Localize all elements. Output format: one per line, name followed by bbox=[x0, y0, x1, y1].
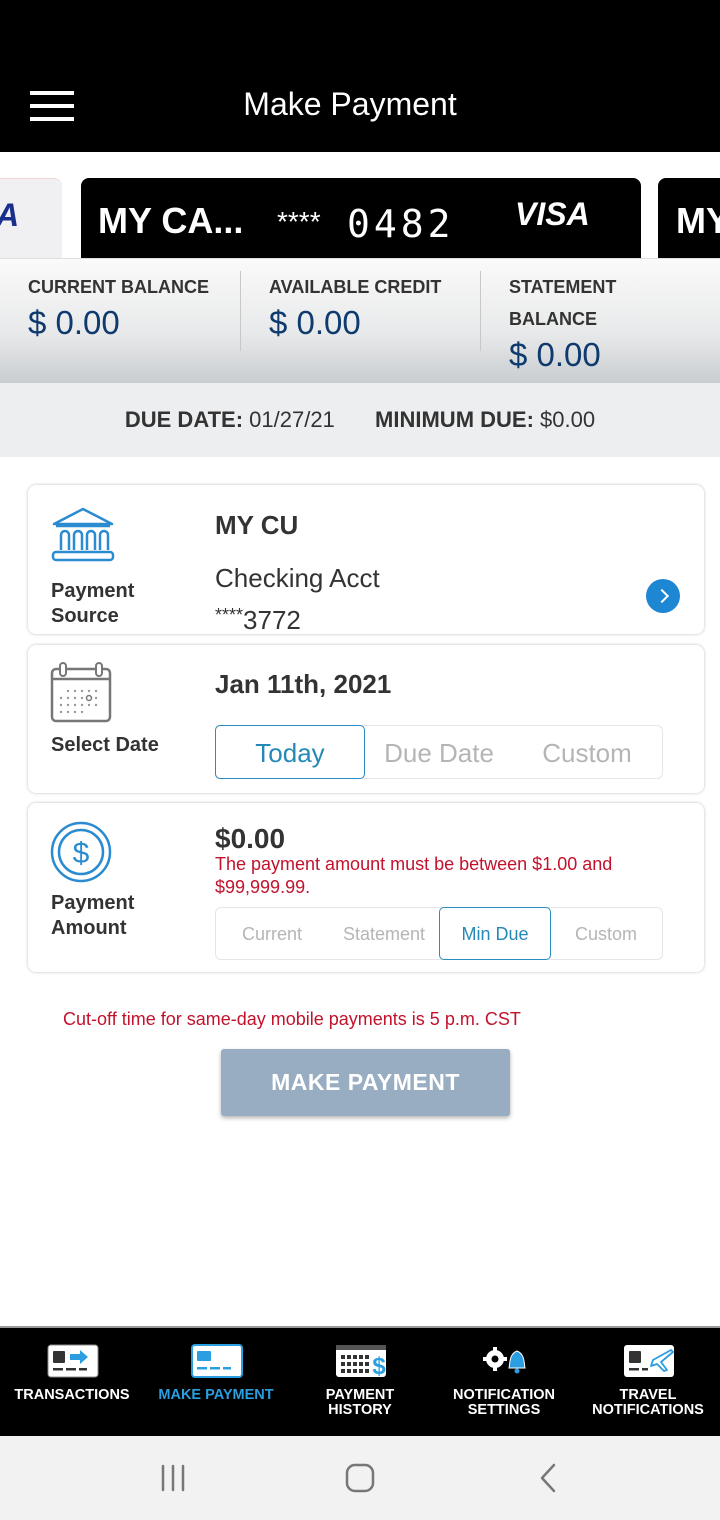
due-date-label: DUE DATE: bbox=[124, 407, 244, 432]
institution-name: MY CU bbox=[215, 510, 299, 540]
card-brand-partial: A bbox=[0, 197, 19, 234]
balance-summary: CURRENT BALANCE $ 0.00 AVAILABLE CREDIT … bbox=[0, 258, 720, 383]
notification-settings-icon bbox=[483, 1347, 526, 1374]
amount-option-current[interactable]: Current bbox=[216, 908, 328, 959]
payment-history-icon: $ bbox=[336, 1345, 386, 1378]
statement-balance: STATEMENT BALANCE $ 0.00 bbox=[480, 271, 720, 373]
amount-option-group: Current Statement Min Due Custom bbox=[215, 907, 663, 960]
statement-balance-label-1: STATEMENT bbox=[509, 277, 617, 297]
tab-label-payment-history: PAYMENT HISTORY bbox=[325, 1387, 395, 1418]
recent-apps-icon[interactable] bbox=[154, 1462, 194, 1494]
svg-text:$: $ bbox=[73, 837, 90, 870]
make-payment-card-icon bbox=[191, 1344, 243, 1378]
payment-source-label: Payment Source bbox=[51, 580, 135, 627]
calendar-icon bbox=[50, 662, 112, 723]
bank-icon bbox=[51, 507, 115, 562]
available-credit-label: AVAILABLE CREDIT bbox=[269, 277, 442, 297]
card-selected[interactable]: MY CA... **** 0482 VISA bbox=[81, 178, 641, 258]
due-info: DUE DATE: 01/27/21 MINIMUM DUE: $0.00 bbox=[0, 383, 720, 457]
current-balance-value: $ 0.00 bbox=[28, 304, 120, 341]
card-carousel[interactable]: A MY CA... **** 0482 VISA MY bbox=[0, 152, 720, 258]
transactions-icon bbox=[47, 1344, 99, 1378]
tab-payment-history[interactable]: $ PAYMENT HISTORY bbox=[288, 1328, 432, 1438]
dollar-coin-icon: $ bbox=[50, 821, 112, 883]
date-option-due-date[interactable]: Due Date bbox=[364, 726, 514, 778]
account-number: ****3772 bbox=[215, 605, 301, 635]
tab-label-transactions: TRANSACTIONS bbox=[14, 1387, 130, 1403]
card-last4: 0482 bbox=[347, 202, 455, 246]
tab-transactions[interactable]: TRANSACTIONS bbox=[0, 1328, 144, 1438]
date-option-custom[interactable]: Custom bbox=[514, 726, 660, 778]
statement-balance-value: $ 0.00 bbox=[509, 336, 601, 373]
card-previous[interactable]: A bbox=[0, 178, 62, 258]
current-balance-label: CURRENT BALANCE bbox=[28, 277, 209, 297]
cutoff-notice: Cut-off time for same-day mobile payment… bbox=[63, 1009, 521, 1029]
select-date-panel: Select Date Jan 11th, 2021 Today Due Dat… bbox=[28, 645, 704, 793]
visa-logo-icon: VISA bbox=[515, 196, 590, 232]
payment-amount-panel: $ Payment Amount $0.00 The payment amoun… bbox=[28, 803, 704, 972]
tab-make-payment[interactable]: MAKE PAYMENT bbox=[144, 1328, 288, 1438]
page-title: Make Payment bbox=[243, 86, 457, 122]
app-header: Make Payment bbox=[0, 0, 720, 152]
card-name: MY CA... bbox=[98, 200, 244, 241]
selected-date: Jan 11th, 2021 bbox=[215, 669, 392, 699]
amount-option-min-due[interactable]: Min Due bbox=[439, 907, 551, 960]
tab-notification-settings[interactable]: NOTIFICATION SETTINGS bbox=[432, 1328, 576, 1438]
minimum-due-value: $0.00 bbox=[540, 407, 596, 432]
tab-label-travel-notifications: TRAVEL NOTIFICATIONS bbox=[592, 1387, 704, 1418]
make-payment-button[interactable]: MAKE PAYMENT bbox=[221, 1049, 510, 1116]
statement-balance-label-2: BALANCE bbox=[509, 309, 597, 329]
minimum-due-label: MINIMUM DUE: bbox=[375, 407, 534, 432]
home-icon[interactable] bbox=[340, 1462, 380, 1494]
payment-amount-value: $0.00 bbox=[215, 823, 286, 854]
bottom-tab-bar: TRANSACTIONS MAKE PAYMENT $ PAYMENT HIST… bbox=[0, 1326, 720, 1436]
card-name-partial: MY bbox=[676, 200, 720, 241]
card-number-mask: **** bbox=[277, 206, 321, 237]
change-source-chevron-icon[interactable] bbox=[646, 579, 680, 613]
card-next[interactable]: MY bbox=[658, 178, 720, 258]
date-option-group: Today Due Date Custom bbox=[215, 725, 663, 779]
system-navigation-bar bbox=[0, 1436, 720, 1520]
amount-error-message: The payment amount must be between $1.00… bbox=[215, 854, 613, 897]
back-icon[interactable] bbox=[528, 1462, 568, 1494]
tab-label-make-payment: MAKE PAYMENT bbox=[158, 1387, 274, 1403]
payment-source-panel[interactable]: Payment Source MY CU Checking Acct ****3… bbox=[28, 485, 704, 635]
travel-notifications-icon bbox=[624, 1345, 674, 1377]
available-credit-value: $ 0.00 bbox=[269, 304, 361, 341]
amount-option-statement[interactable]: Statement bbox=[328, 908, 440, 959]
account-name: Checking Acct bbox=[215, 563, 380, 593]
amount-option-custom[interactable]: Custom bbox=[550, 908, 662, 959]
date-option-today[interactable]: Today bbox=[215, 725, 365, 779]
due-date-value: 01/27/21 bbox=[249, 407, 335, 432]
svg-text:$: $ bbox=[372, 1353, 386, 1378]
tab-travel-notifications[interactable]: TRAVEL NOTIFICATIONS bbox=[576, 1328, 720, 1438]
current-balance: CURRENT BALANCE $ 0.00 bbox=[0, 271, 240, 351]
payment-amount-label: Payment Amount bbox=[51, 892, 135, 939]
select-date-label: Select Date bbox=[51, 734, 159, 756]
tab-label-notification-settings: NOTIFICATION SETTINGS bbox=[452, 1387, 556, 1418]
available-credit: AVAILABLE CREDIT $ 0.00 bbox=[240, 271, 480, 351]
